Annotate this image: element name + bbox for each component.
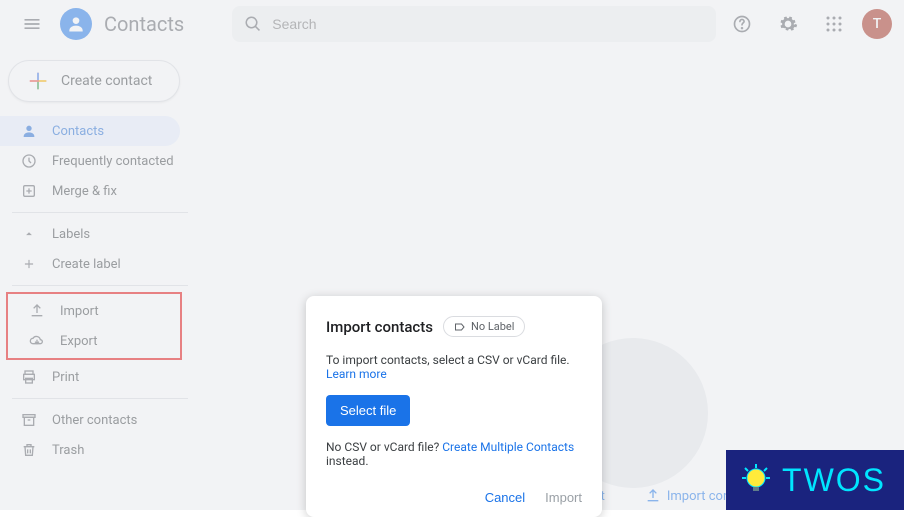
sidebar-item-label: Frequently contacted: [52, 154, 174, 169]
help-button[interactable]: [724, 6, 760, 42]
archive-icon: [20, 412, 38, 428]
main-menu-button[interactable]: [12, 4, 52, 44]
help-icon: [732, 14, 752, 34]
sidebar-item-label: Contacts: [52, 124, 104, 139]
upload-icon: [645, 488, 661, 504]
sidebar-item-contacts[interactable]: Contacts: [0, 116, 180, 146]
labels-header-label: Labels: [52, 227, 90, 242]
create-contact-button[interactable]: Create contact: [8, 60, 180, 102]
sidebar-item-merge[interactable]: Merge & fix: [0, 176, 180, 206]
dialog-description: To import contacts, select a CSV or vCar…: [326, 353, 582, 381]
create-multiple-contacts-link[interactable]: Create Multiple Contacts: [442, 440, 574, 454]
clock-icon: [20, 153, 38, 169]
account-avatar[interactable]: T: [862, 9, 892, 39]
learn-more-link[interactable]: Learn more: [326, 367, 387, 381]
plus-icon: [20, 257, 38, 271]
alt-suffix: instead.: [326, 454, 369, 468]
app-title: Contacts: [104, 12, 184, 36]
divider: [12, 212, 188, 213]
sidebar-item-frequent[interactable]: Frequently contacted: [0, 146, 180, 176]
sidebar-item-trash[interactable]: Trash: [0, 435, 180, 465]
gear-icon: [778, 14, 798, 34]
dialog-alt-text: No CSV or vCard file? Create Multiple Co…: [326, 440, 582, 468]
print-icon: [20, 369, 38, 385]
lightbulb-icon: [736, 460, 776, 500]
sidebar-item-label: Export: [60, 334, 98, 349]
header-actions: T: [724, 6, 892, 42]
sidebar-item-label: Import: [60, 304, 99, 319]
trash-icon: [20, 442, 38, 458]
sidebar-item-export[interactable]: Export: [8, 326, 172, 356]
hamburger-icon: [22, 14, 42, 34]
sidebar-item-label: Trash: [52, 443, 84, 458]
sidebar-item-label: Create label: [52, 257, 121, 272]
sidebar-item-label: Merge & fix: [52, 184, 117, 199]
sidebar-item-create-label[interactable]: Create label: [0, 249, 180, 279]
sidebar-item-label: Print: [52, 370, 79, 385]
sidebar-item-import[interactable]: Import: [8, 296, 172, 326]
select-file-button[interactable]: Select file: [326, 395, 410, 426]
sidebar-item-print[interactable]: Print: [0, 362, 180, 392]
label-icon: [454, 321, 466, 333]
search-bar[interactable]: [232, 6, 716, 42]
import-button[interactable]: Import: [545, 490, 582, 505]
plus-multicolor-icon: [27, 70, 49, 92]
person-icon: [20, 123, 38, 139]
app-header: Contacts T: [0, 0, 904, 48]
sidebar-item-label: Other contacts: [52, 413, 137, 428]
person-icon: [66, 14, 86, 34]
chip-text: No Label: [471, 320, 514, 333]
apps-button[interactable]: [816, 6, 852, 42]
divider: [12, 285, 188, 286]
no-label-chip[interactable]: No Label: [443, 316, 525, 337]
watermark: TWOS: [726, 450, 904, 510]
app-logo: [60, 8, 92, 40]
sidebar-labels-header[interactable]: Labels: [0, 219, 180, 249]
search-icon: [244, 15, 262, 33]
merge-icon: [20, 183, 38, 199]
cloud-download-icon: [28, 333, 46, 349]
highlight-box: Import Export: [6, 292, 182, 360]
sidebar-item-other-contacts[interactable]: Other contacts: [0, 405, 180, 435]
apps-grid-icon: [825, 15, 843, 33]
upload-icon: [28, 303, 46, 319]
create-contact-label: Create contact: [61, 73, 152, 89]
import-contacts-dialog: Import contacts No Label To import conta…: [306, 296, 602, 517]
divider: [12, 398, 188, 399]
chevron-up-icon: [20, 227, 38, 241]
alt-prefix: No CSV or vCard file?: [326, 440, 442, 454]
watermark-text: TWOS: [782, 462, 886, 499]
settings-button[interactable]: [770, 6, 806, 42]
desc-text: To import contacts, select a CSV or vCar…: [326, 353, 570, 367]
cancel-button[interactable]: Cancel: [485, 490, 525, 505]
dialog-title: Import contacts: [326, 318, 433, 336]
search-input[interactable]: [272, 16, 704, 32]
sidebar: Create contact Contacts Frequently conta…: [0, 48, 188, 510]
